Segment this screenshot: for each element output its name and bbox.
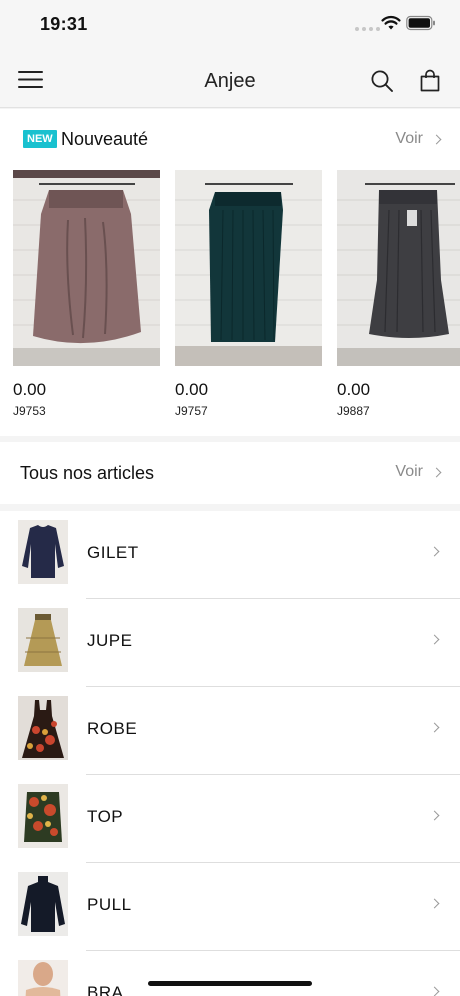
category-row-jupe[interactable]: JUPE [0,599,460,687]
product-sku: J9887 [337,404,370,418]
category-thumbnail [18,520,68,584]
chevron-right-icon [429,810,440,821]
new-badge: NEW [23,130,57,148]
product-card[interactable]: 0.00 J9887 [337,170,460,418]
product-carousel[interactable]: 0.00 J9753 0.00 J9757 0.00 J9887 [0,170,460,430]
wifi-icon [381,15,401,30]
product-price: 0.00 [175,380,209,399]
see-all-label: Voir [395,130,423,147]
new-arrivals-section: NEW Nouveauté Voir 0.00 J9753 0.00 J9757… [0,109,460,436]
product-price: 0.00 [13,380,47,399]
product-card[interactable]: 0.00 J9753 [13,170,160,418]
navigation-bar: Anjee [0,50,460,108]
product-image [337,170,460,366]
category-row-pull[interactable]: PULL [0,863,460,951]
new-arrivals-header: NEW Nouveauté Voir [0,109,460,169]
chevron-right-icon [431,467,442,477]
all-articles-title: Tous nos articles [20,463,155,483]
see-all-label: Voir [395,463,423,480]
all-articles-header[interactable]: Tous nos articles Voir [0,442,460,504]
product-image [175,170,322,366]
category-label: TOP [87,807,124,826]
product-price: 0.00 [337,380,371,399]
product-card[interactable]: 0.00 J9757 [175,170,322,418]
category-row-gilet[interactable]: GILET [0,511,460,599]
category-thumbnail [18,696,68,760]
cellular-signal-icon [355,27,380,31]
category-thumbnail [18,960,68,996]
product-sku: J9753 [13,404,46,418]
category-thumbnail [18,872,68,936]
category-thumbnail [18,784,68,848]
category-label: ROBE [87,719,138,738]
category-list: GILET JUPE ROBE TOP PULL BRA [0,511,460,996]
chevron-right-icon [431,134,442,144]
category-row-top[interactable]: TOP [0,775,460,863]
new-arrivals-title: Nouveauté [61,129,149,149]
all-articles-see-all-link[interactable]: Voir [395,463,442,481]
product-sku: J9757 [175,404,208,418]
search-icon[interactable] [371,70,393,92]
chevron-right-icon [429,634,440,645]
battery-icon [406,15,435,31]
new-arrivals-see-all-link[interactable]: Voir [395,130,442,148]
category-label: BRA [87,983,124,996]
category-label: JUPE [87,631,133,650]
category-label: PULL [87,895,132,914]
status-bar: 19:31 [0,0,460,50]
category-label: GILET [87,543,139,562]
chevron-right-icon [429,986,440,996]
product-image [13,170,160,366]
category-row-bra[interactable]: BRA [0,951,460,996]
chevron-right-icon [429,546,440,557]
chevron-right-icon [429,722,440,733]
category-row-robe[interactable]: ROBE [0,687,460,775]
chevron-right-icon [429,898,440,909]
category-thumbnail [18,608,68,672]
status-time: 19:31 [40,14,88,34]
home-indicator[interactable] [148,981,312,986]
shopping-bag-icon[interactable] [420,69,440,92]
